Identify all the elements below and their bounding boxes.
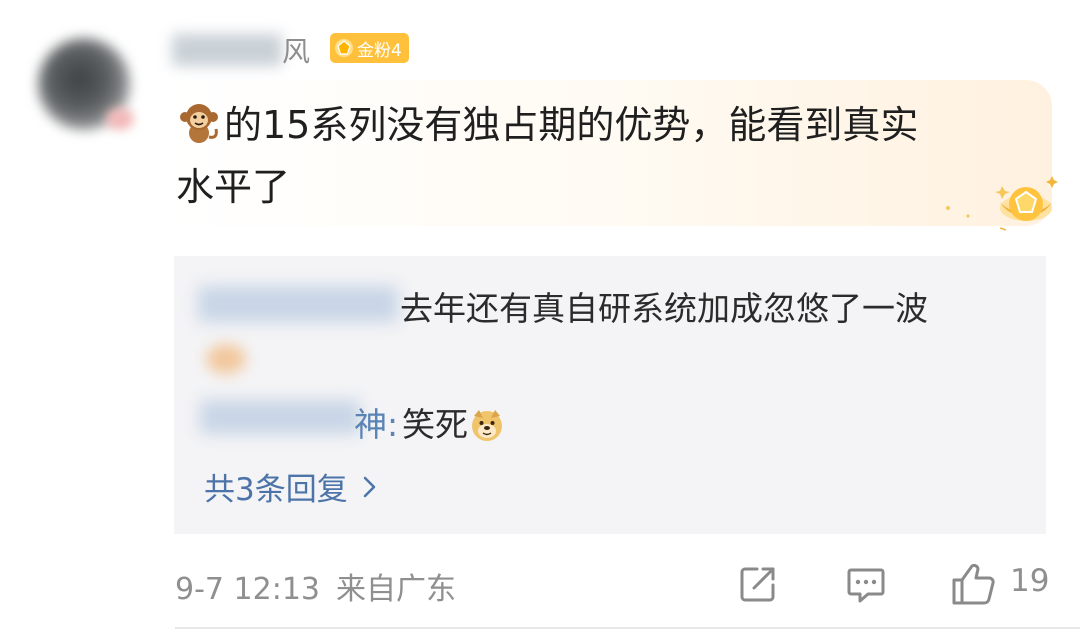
comment-body: 的15系列没有独占期的优势，能看到真实 水平了 (176, 94, 996, 218)
comment-meta: 9-7 12:13 来自广东 (175, 564, 456, 608)
crown-decoration-icon (946, 176, 1058, 231)
reply2-username-tail[interactable]: 神: (354, 398, 398, 446)
share-icon[interactable] (738, 564, 778, 604)
username-visible-part[interactable]: 风 (282, 30, 310, 70)
like-count: 19 (1010, 563, 1050, 599)
replies-panel: 去年还有真自研系统加成忽悠了一波 神: 笑死 共3条回复 (174, 256, 1046, 534)
bottom-divider (175, 627, 1080, 629)
chevron-right-icon (363, 476, 375, 497)
doge-emoji-icon (472, 410, 502, 441)
reply1-text: 去年还有真自研系统加成忽悠了一波 (400, 289, 928, 328)
comment-text-line1: 的15系列没有独占期的优势，能看到真实 (224, 103, 919, 147)
view-all-replies-link[interactable]: 共3条回复 (204, 464, 378, 509)
reply2-username-blurred[interactable] (200, 400, 360, 434)
gem-icon (335, 39, 353, 57)
reply2-text: 笑死 (402, 405, 468, 444)
comment-time: 9-7 12:13 (175, 572, 320, 607)
thumbs-up-icon[interactable] (950, 562, 996, 606)
more-replies-label: 共3条回复 (204, 472, 348, 508)
reply1-emoji-blurred (206, 344, 246, 374)
avatar-verified-badge (106, 108, 134, 130)
reply2-content: 笑死 (402, 398, 504, 446)
fan-badge-label: 金粉4 (357, 40, 402, 61)
comment-text-line2: 水平了 (176, 165, 291, 209)
comment-icon[interactable] (846, 566, 886, 604)
comment-location: 来自广东 (336, 572, 456, 607)
monkey-emoji-icon (180, 104, 218, 143)
reply1-username-blurred[interactable] (198, 286, 398, 322)
username-blurred[interactable] (172, 34, 282, 66)
fan-level-badge[interactable]: 金粉4 (330, 33, 409, 63)
